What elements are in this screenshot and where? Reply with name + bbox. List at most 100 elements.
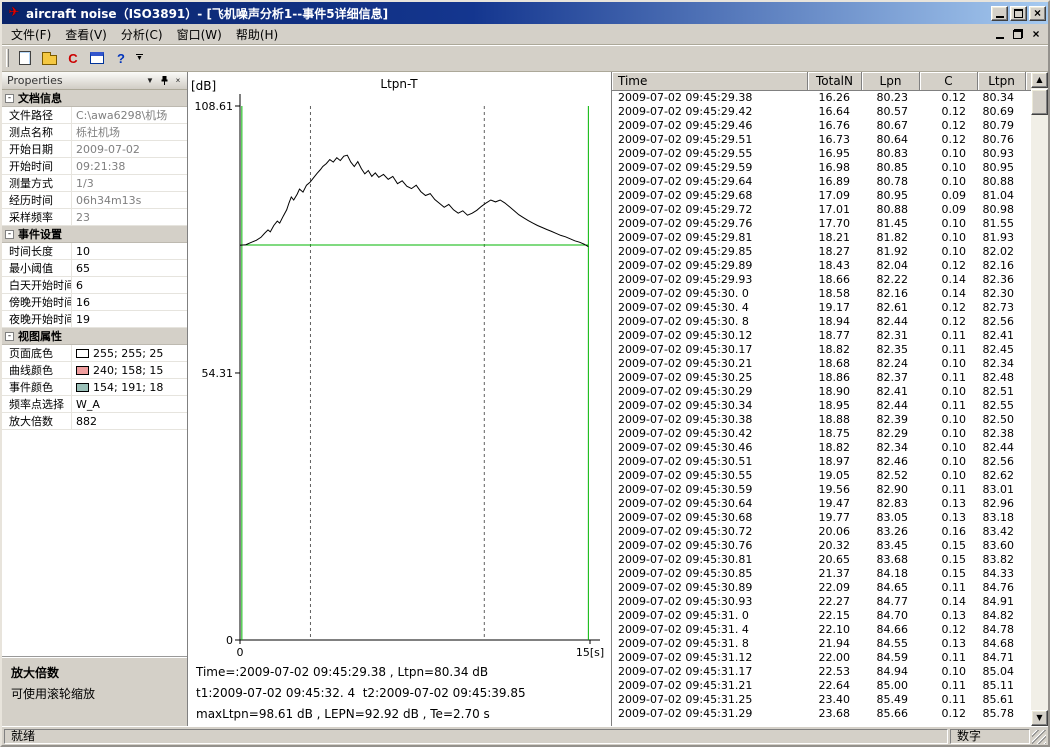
table-row[interactable]: 2009-07-02 09:45:30.5519.0582.520.1082.6… [612,469,1031,483]
color-swatch[interactable] [76,366,89,375]
table-row[interactable]: 2009-07-02 09:45:30.1218.7782.310.1182.4… [612,329,1031,343]
title-bar[interactable]: ✈ aircraft noise（ISO3891）- [飞机噪声分析1--事件5… [2,2,1048,24]
table-row[interactable]: 2009-07-02 09:45:30.7220.0683.260.1683.4… [612,525,1031,539]
property-value[interactable]: 154; 191; 18 [72,381,187,394]
property-value[interactable]: 06h34m13s [72,194,187,207]
table-row[interactable]: 2009-07-02 09:45:29.9318.6682.220.1482.3… [612,273,1031,287]
scroll-down-button[interactable]: ▼ [1031,710,1048,726]
table-row[interactable]: 2009-07-02 09:45:30.4218.7582.290.1082.3… [612,427,1031,441]
table-row[interactable]: 2009-07-02 09:45:29.5516.9580.830.1080.9… [612,147,1031,161]
column-header-c[interactable]: C [920,72,978,91]
table-row[interactable]: 2009-07-02 09:45:30.8922.0984.650.1184.7… [612,581,1031,595]
property-value[interactable]: 255; 255; 25 [72,347,187,360]
property-value[interactable]: 882 [72,415,187,428]
column-header-time[interactable]: Time [612,72,808,91]
table-row[interactable]: 2009-07-02 09:45:29.4616.7680.670.1280.7… [612,119,1031,133]
window-properties-button[interactable] [85,47,109,70]
property-value[interactable]: W_A [72,398,187,411]
table-row[interactable]: 2009-07-02 09:45:30.6819.7783.050.1383.1… [612,511,1031,525]
table-row[interactable]: 2009-07-02 09:45:29.5116.7380.640.1280.7… [612,133,1031,147]
table-scrollbar[interactable]: ▲ ▼ [1031,72,1048,726]
table-row[interactable]: 2009-07-02 09:45:29.4216.6480.570.1280.6… [612,105,1031,119]
table-row[interactable]: 2009-07-02 09:45:30.5919.5682.900.1183.0… [612,483,1031,497]
column-header-lpn[interactable]: Lpn [862,72,920,91]
scroll-thumb[interactable] [1031,89,1048,115]
table-row[interactable]: 2009-07-02 09:45:31. 821.9484.550.1384.6… [612,637,1031,651]
table-row[interactable]: 2009-07-02 09:45:30.5118.9782.460.1082.5… [612,455,1031,469]
table-row[interactable]: 2009-07-02 09:45:29.8918.4382.040.1282.1… [612,259,1031,273]
menu-window[interactable]: 窗口(W) [170,24,229,45]
property-value[interactable]: 6 [72,279,187,292]
property-value[interactable]: 1/3 [72,177,187,190]
table-row[interactable]: 2009-07-02 09:45:30.7620.3283.450.1583.6… [612,539,1031,553]
table-row[interactable]: 2009-07-02 09:45:30.3818.8882.390.1082.5… [612,413,1031,427]
table-row[interactable]: 2009-07-02 09:45:30.9322.2784.770.1484.9… [612,595,1031,609]
table-row[interactable]: 2009-07-02 09:45:30.2118.6882.240.1082.3… [612,357,1031,371]
menu-view[interactable]: 查看(V) [58,24,114,45]
table-row[interactable]: 2009-07-02 09:45:30.3418.9582.440.1182.5… [612,399,1031,413]
table-row[interactable]: 2009-07-02 09:45:30. 419.1782.610.1282.7… [612,301,1031,315]
table-row[interactable]: 2009-07-02 09:45:29.5916.9880.850.1080.9… [612,161,1031,175]
table-row[interactable]: 2009-07-02 09:45:30. 018.5882.160.1482.3… [612,287,1031,301]
property-value[interactable]: 栎社机场 [72,124,187,140]
property-value[interactable]: 19 [72,313,187,326]
table-row[interactable]: 2009-07-02 09:45:29.7217.0180.880.0980.9… [612,203,1031,217]
table-row[interactable]: 2009-07-02 09:45:31.1222.0084.590.1184.7… [612,651,1031,665]
table-row[interactable]: 2009-07-02 09:45:30.8521.3784.180.1584.3… [612,567,1031,581]
table-row[interactable]: 2009-07-02 09:45:31.1722.5384.940.1085.0… [612,665,1031,679]
collapse-icon[interactable]: - [5,332,14,341]
property-value[interactable]: 2009-07-02 [72,143,187,156]
resize-grip[interactable] [1032,730,1046,744]
table-row[interactable]: 2009-07-02 09:45:31.2122.6485.000.1185.1… [612,679,1031,693]
property-value[interactable]: 09:21:38 [72,160,187,173]
table-row[interactable]: 2009-07-02 09:45:30.8120.6583.680.1583.8… [612,553,1031,567]
property-value[interactable]: C:\awa6298\机场 [72,107,187,123]
collapse-icon[interactable]: - [5,230,14,239]
property-section-header[interactable]: -事件设置 [2,226,187,243]
table-row[interactable]: 2009-07-02 09:45:30.2518.8682.370.1182.4… [612,371,1031,385]
table-row[interactable]: 2009-07-02 09:45:29.7617.7081.450.1081.5… [612,217,1031,231]
table-row[interactable]: 2009-07-02 09:45:31.2923.6885.660.1285.7… [612,707,1031,721]
table-row[interactable]: 2009-07-02 09:45:29.6416.8980.780.1080.8… [612,175,1031,189]
property-value[interactable]: 16 [72,296,187,309]
mdi-close-button[interactable]: × [1028,27,1044,41]
toolbar-overflow-button[interactable]: ▼ [133,47,146,70]
collapse-icon[interactable]: - [5,94,14,103]
mdi-restore-button[interactable] [1010,27,1026,41]
column-header-totaln[interactable]: TotalN [808,72,862,91]
maximize-button[interactable] [1010,6,1027,21]
table-row[interactable]: 2009-07-02 09:45:30.1718.8282.350.1182.4… [612,343,1031,357]
mdi-minimize-button[interactable] [992,27,1008,41]
table-row[interactable]: 2009-07-02 09:45:29.3816.2680.230.1280.3… [612,91,1031,105]
help-button[interactable]: ? [109,47,133,70]
property-value[interactable]: 65 [72,262,187,275]
open-file-button[interactable] [37,47,61,70]
menu-file[interactable]: 文件(F) [4,24,58,45]
table-row[interactable]: 2009-07-02 09:45:30.4618.8282.340.1082.4… [612,441,1031,455]
toolbar-grip[interactable] [6,49,9,67]
property-value[interactable]: 23 [72,211,187,224]
menu-analysis[interactable]: 分析(C) [114,24,170,45]
property-section-header[interactable]: -文档信息 [2,90,187,107]
properties-panel-header[interactable]: Properties ▼ × [2,72,187,90]
table-row[interactable]: 2009-07-02 09:45:31. 422.1084.660.1284.7… [612,623,1031,637]
table-row[interactable]: 2009-07-02 09:45:29.6817.0980.950.0981.0… [612,189,1031,203]
properties-pin-button[interactable] [157,74,171,88]
table-row[interactable]: 2009-07-02 09:45:31. 022.1584.700.1384.8… [612,609,1031,623]
color-swatch[interactable] [76,383,89,392]
minimize-button[interactable] [991,6,1008,21]
ltpn-chart[interactable]: Ltpn-T[dB]108.6154.310015[s] [188,72,610,660]
color-swatch[interactable] [76,349,89,358]
property-value[interactable]: 10 [72,245,187,258]
table-row[interactable]: 2009-07-02 09:45:30. 818.9482.440.1282.5… [612,315,1031,329]
table-row[interactable]: 2009-07-02 09:45:29.8118.2181.820.1081.9… [612,231,1031,245]
table-row[interactable]: 2009-07-02 09:45:30.2918.9082.410.1082.5… [612,385,1031,399]
table-row[interactable]: 2009-07-02 09:45:30.6419.4782.830.1382.9… [612,497,1031,511]
red-c-button[interactable]: C [61,47,85,70]
table-row[interactable]: 2009-07-02 09:45:29.8518.2781.920.1082.0… [612,245,1031,259]
menu-help[interactable]: 帮助(H) [229,24,285,45]
property-value[interactable]: 240; 158; 15 [72,364,187,377]
scroll-up-button[interactable]: ▲ [1031,72,1048,88]
column-header-ltpn[interactable]: Ltpn [978,72,1026,91]
table-row[interactable]: 2009-07-02 09:45:31.2523.4085.490.1185.6… [612,693,1031,707]
